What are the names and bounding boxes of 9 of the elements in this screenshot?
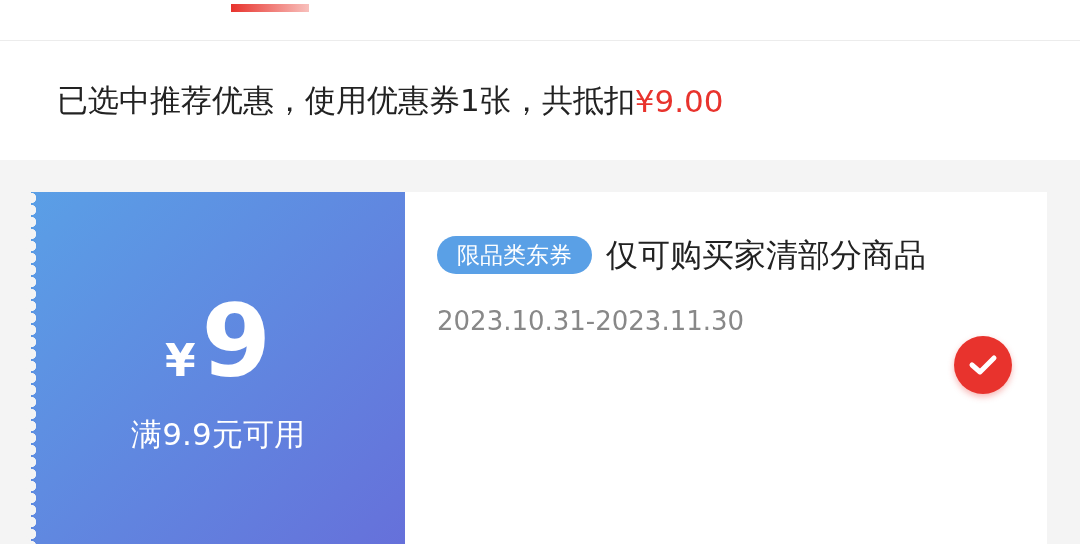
coupon-title: 仅可购买家清部分商品: [606, 236, 926, 274]
currency-symbol: ¥: [164, 335, 196, 386]
category-tag: 限品类东券: [437, 236, 592, 274]
validity-period: 2023.10.31-2023.11.30: [437, 306, 746, 336]
coupon-value: 9: [201, 292, 272, 392]
check-icon[interactable]: [954, 336, 1012, 394]
summary-text: 已选中推荐优惠，使用优惠券1张，共抵扣: [57, 80, 635, 120]
discount-amount: ¥9.00: [634, 82, 724, 119]
usage-condition: 满9.9元可用: [131, 415, 305, 454]
